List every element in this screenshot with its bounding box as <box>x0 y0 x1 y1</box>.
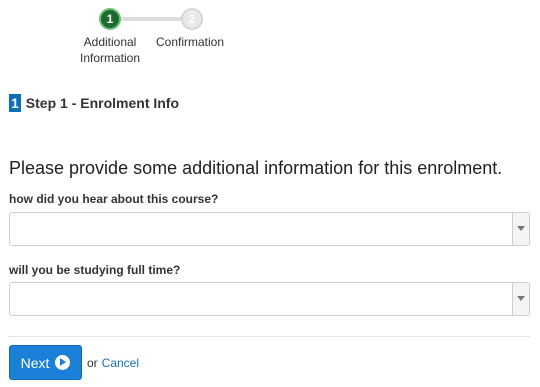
stepper-connector <box>110 17 192 21</box>
form-actions: Next or Cancel <box>9 345 139 380</box>
cancel-link[interactable]: Cancel <box>102 356 139 370</box>
next-button-label: Next <box>20 354 50 371</box>
step-label-1: Additional Information <box>79 35 141 65</box>
or-text: or <box>87 355 98 370</box>
form-intro-text: Please provide some additional informati… <box>9 158 503 178</box>
referral-source-select[interactable] <box>9 212 530 246</box>
full-time-select[interactable] <box>9 282 530 316</box>
dropdown-toggle[interactable] <box>512 213 529 245</box>
section-step-badge: 1 <box>9 94 21 112</box>
caret-down-icon <box>517 296 525 301</box>
progress-stepper: 1 Additional Information 2 Confirmation <box>0 0 540 70</box>
step-number-1: 1 <box>99 8 121 30</box>
form-divider <box>9 336 530 337</box>
step-number-2: 2 <box>181 8 203 30</box>
section-heading: 1 Step 1 - Enrolment Info <box>9 93 179 113</box>
section-title: Step 1 - Enrolment Info <box>25 95 180 111</box>
dropdown-toggle[interactable] <box>512 283 529 315</box>
full-time-label: will you be studying full time? <box>9 263 181 277</box>
step-label-2: Confirmation <box>155 35 225 49</box>
referral-source-label: how did you hear about this course? <box>9 192 219 206</box>
circle-arrow-right-icon <box>55 355 71 370</box>
next-button[interactable]: Next <box>9 345 82 380</box>
caret-down-icon <box>517 226 525 231</box>
